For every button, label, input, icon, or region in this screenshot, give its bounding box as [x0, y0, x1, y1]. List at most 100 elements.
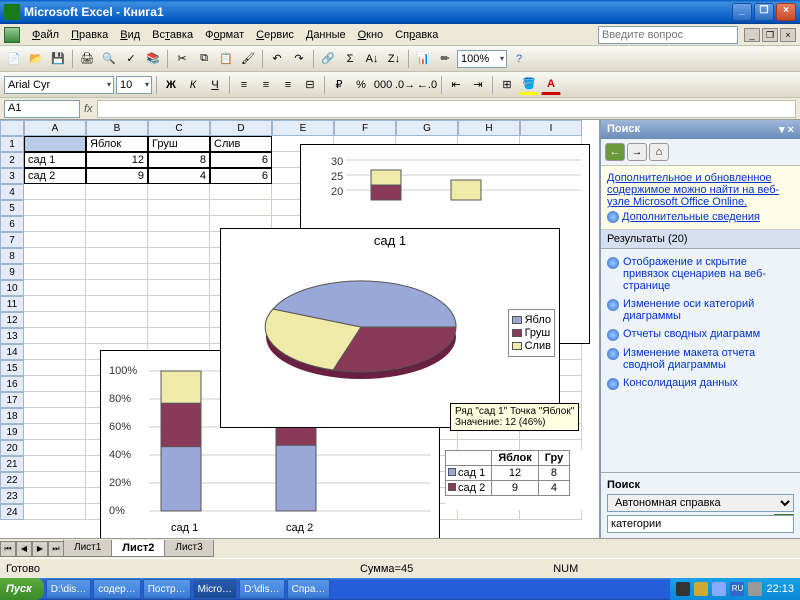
- menu-Вид[interactable]: Вид: [114, 27, 146, 43]
- cell[interactable]: [148, 296, 210, 312]
- tab-next-button[interactable]: ▶: [32, 541, 48, 557]
- fill-color-button[interactable]: 🪣: [519, 75, 539, 95]
- col-header[interactable]: E: [272, 120, 334, 136]
- cell[interactable]: [148, 248, 210, 264]
- formula-input[interactable]: [97, 100, 796, 118]
- mdi-minimize[interactable]: _: [744, 28, 760, 42]
- row-header[interactable]: 16: [0, 376, 24, 392]
- cell[interactable]: [86, 312, 148, 328]
- cell[interactable]: [24, 376, 86, 392]
- search-scope-dropdown[interactable]: Автономная справка: [607, 494, 794, 512]
- borders-button[interactable]: ⊞: [497, 75, 517, 95]
- cell[interactable]: [24, 456, 86, 472]
- row-header[interactable]: 1: [0, 136, 24, 152]
- cell[interactable]: [24, 232, 86, 248]
- inc-decimal-button[interactable]: .0→: [395, 75, 415, 95]
- cell[interactable]: [148, 200, 210, 216]
- menu-Сервис[interactable]: Сервис: [250, 27, 300, 43]
- cell[interactable]: 4: [148, 168, 210, 184]
- taskbar-button[interactable]: D:\dis…: [239, 579, 285, 599]
- cell[interactable]: [86, 216, 148, 232]
- cell[interactable]: Яблок: [86, 136, 148, 152]
- cell[interactable]: [86, 200, 148, 216]
- sheet-tab[interactable]: Лист3: [164, 540, 213, 557]
- cell[interactable]: [24, 360, 86, 376]
- tab-first-button[interactable]: ⏮: [0, 541, 16, 557]
- copy-button[interactable]: ⧉: [194, 49, 214, 69]
- cell[interactable]: [24, 504, 86, 520]
- percent-button[interactable]: %: [351, 75, 371, 95]
- cell[interactable]: Груш: [148, 136, 210, 152]
- row-header[interactable]: 20: [0, 440, 24, 456]
- mdi-restore[interactable]: ❐: [762, 28, 778, 42]
- restore-button[interactable]: ❐: [754, 3, 774, 21]
- cell[interactable]: [148, 184, 210, 200]
- col-header[interactable]: F: [334, 120, 396, 136]
- open-button[interactable]: 📂: [26, 49, 46, 69]
- col-header[interactable]: D: [210, 120, 272, 136]
- sort-asc-button[interactable]: A↓: [362, 49, 382, 69]
- cell[interactable]: 12: [86, 152, 148, 168]
- mdi-close[interactable]: ×: [780, 28, 796, 42]
- cell[interactable]: [24, 216, 86, 232]
- worksheet-area[interactable]: ABCDEFGHI1ЯблокГрушСлив2сад 112863сад 29…: [0, 120, 600, 558]
- cell[interactable]: [24, 392, 86, 408]
- chart-data-table[interactable]: ЯблокГрусад 1128сад 294: [445, 450, 595, 510]
- inc-indent-button[interactable]: ⇥: [468, 75, 488, 95]
- sort-desc-button[interactable]: Z↓: [384, 49, 404, 69]
- close-button[interactable]: ×: [776, 3, 796, 21]
- cell[interactable]: [148, 328, 210, 344]
- font-size-dropdown[interactable]: 10: [116, 76, 152, 94]
- tray-icon[interactable]: [694, 582, 708, 596]
- chart-button[interactable]: 📊: [413, 49, 433, 69]
- dec-decimal-button[interactable]: ←.0: [417, 75, 437, 95]
- sheet-tab[interactable]: Лист1: [63, 540, 112, 557]
- cell[interactable]: [24, 296, 86, 312]
- cell[interactable]: [24, 408, 86, 424]
- new-button[interactable]: 📄: [4, 49, 24, 69]
- tab-last-button[interactable]: ⏭: [48, 541, 64, 557]
- row-header[interactable]: 3: [0, 168, 24, 184]
- cell[interactable]: сад 2: [24, 168, 86, 184]
- col-header[interactable]: G: [396, 120, 458, 136]
- currency-button[interactable]: ₽: [329, 75, 349, 95]
- cell[interactable]: [24, 488, 86, 504]
- cell[interactable]: [24, 184, 86, 200]
- cell[interactable]: [24, 264, 86, 280]
- row-header[interactable]: 11: [0, 296, 24, 312]
- result-item[interactable]: Изменение макета отчета сводной диаграмм…: [605, 344, 796, 374]
- cell[interactable]: [210, 184, 272, 200]
- row-header[interactable]: 5: [0, 200, 24, 216]
- cell[interactable]: сад 1: [24, 152, 86, 168]
- cell[interactable]: [148, 280, 210, 296]
- row-header[interactable]: 23: [0, 488, 24, 504]
- undo-button[interactable]: ↶: [267, 49, 287, 69]
- result-item[interactable]: Отчеты сводных диаграмм: [605, 325, 796, 344]
- bold-button[interactable]: Ж: [161, 75, 181, 95]
- tray-icon[interactable]: [676, 582, 690, 596]
- font-color-button[interactable]: A: [541, 75, 561, 95]
- cell[interactable]: [24, 328, 86, 344]
- row-header[interactable]: 8: [0, 248, 24, 264]
- app-menu-icon[interactable]: [4, 27, 20, 43]
- row-header[interactable]: 18: [0, 408, 24, 424]
- nav-home-button[interactable]: ⌂: [649, 143, 669, 161]
- col-header[interactable]: C: [148, 120, 210, 136]
- row-header[interactable]: 6: [0, 216, 24, 232]
- name-box[interactable]: A1: [4, 100, 80, 118]
- cell[interactable]: [86, 296, 148, 312]
- col-header[interactable]: B: [86, 120, 148, 136]
- promo-link[interactable]: Дополнительные сведения: [622, 211, 760, 223]
- result-item[interactable]: Изменение оси категорий диаграммы: [605, 295, 796, 325]
- row-header[interactable]: 21: [0, 456, 24, 472]
- row-header[interactable]: 24: [0, 504, 24, 520]
- row-header[interactable]: 2: [0, 152, 24, 168]
- minimize-button[interactable]: _: [732, 3, 752, 21]
- nav-back-button[interactable]: ←: [605, 143, 625, 161]
- cell[interactable]: [86, 328, 148, 344]
- font-name-dropdown[interactable]: Arial Cyr: [4, 76, 114, 94]
- col-header[interactable]: H: [458, 120, 520, 136]
- cell[interactable]: Слив: [210, 136, 272, 152]
- fx-icon[interactable]: fx: [84, 103, 93, 115]
- menu-Вставка[interactable]: Вставка: [146, 27, 199, 43]
